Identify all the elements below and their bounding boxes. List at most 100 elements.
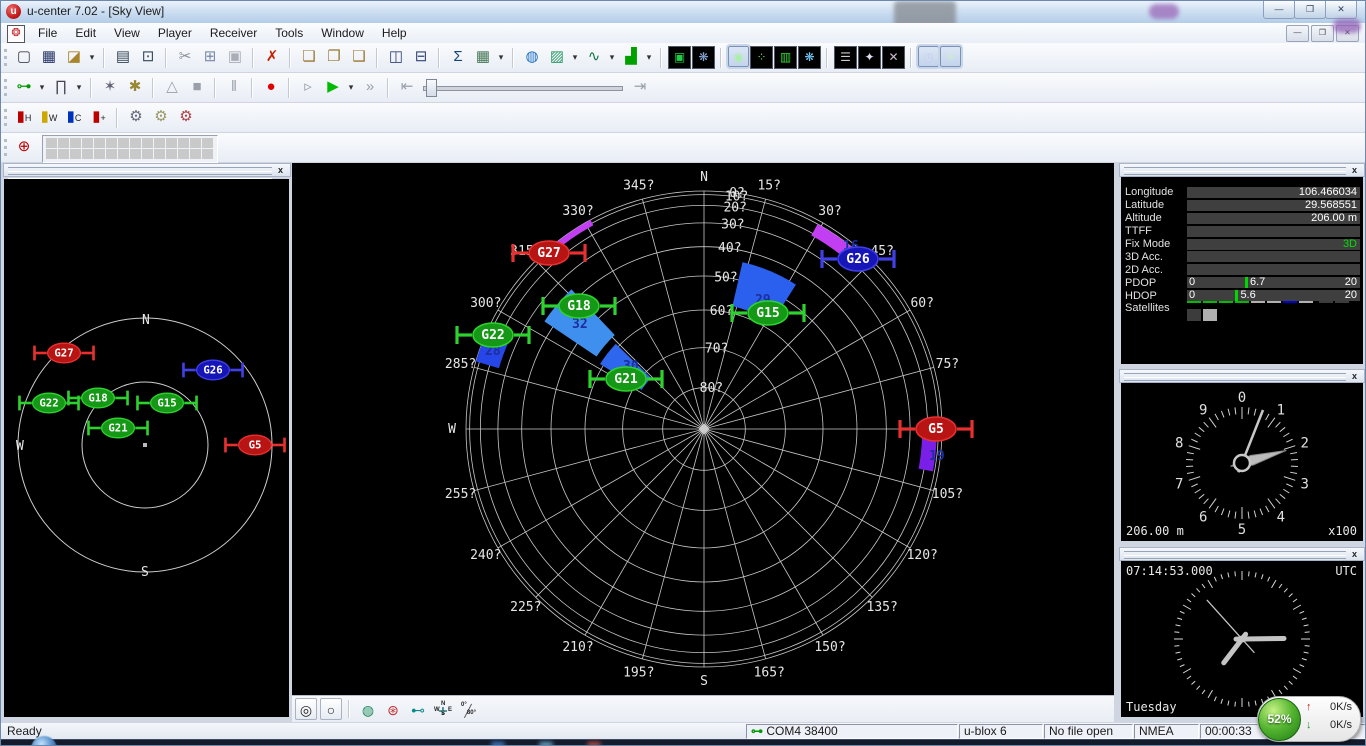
deviation-view-icon[interactable]: ✕ [882,46,905,69]
save-receiver-config-icon[interactable]: ⚙ [124,105,148,129]
eject-icon[interactable]: △ [160,75,184,99]
clock-header[interactable]: x [1119,547,1365,561]
sky-zoom-rings-icon[interactable]: ◎ [295,698,317,720]
dropdown-arrow-icon[interactable]: ▾ [495,45,507,69]
dropdown-arrow-icon[interactable]: ▾ [569,45,581,69]
baud-rate-icon[interactable]: ∏ [49,75,73,99]
windows-taskbar[interactable] [1,739,1366,746]
dropdown-arrow-icon[interactable]: ▾ [36,75,48,99]
statistic-view-icon[interactable]: Σ [446,45,470,69]
jump-to-begin-icon[interactable]: ⇤ [395,75,419,99]
hot-start-icon[interactable]: ▮H [12,105,36,129]
restore-button[interactable]: ❐ [1294,1,1326,19]
record-icon[interactable]: ● [259,75,283,99]
dropdown-arrow-icon[interactable]: ▾ [73,75,85,99]
message-inspector-icon[interactable]: ⊕ [12,135,36,159]
cold-start-icon[interactable]: ▮C [62,105,86,129]
clear-all-icon[interactable]: ✗ [260,45,284,69]
stop-icon[interactable]: ■ [185,75,209,99]
sky-view-icon[interactable]: ◉ [728,46,749,67]
debug-messages-icon[interactable]: ✱ [123,75,147,99]
dropdown-arrow-icon[interactable]: ▾ [86,45,98,69]
menu-tools[interactable]: Tools [266,23,312,43]
new-binary-view-icon[interactable]: ❐ [322,45,346,69]
compass-view-icon[interactable]: ✦ [858,46,881,69]
histogram-view-icon[interactable]: ▟ [619,45,643,69]
map-view-icon[interactable]: ▨ [545,45,569,69]
close-icon[interactable]: x [1348,164,1361,176]
step-forward-icon[interactable]: ▹ [296,75,320,99]
slider-thumb[interactable] [426,79,437,97]
menu-player[interactable]: Player [149,23,201,43]
sky-globe-view-icon[interactable]: ❋ [692,46,715,69]
close-icon[interactable]: x [274,164,287,176]
altimeter-header[interactable]: x [1119,369,1365,383]
warm-start-icon[interactable]: ▮W [37,105,61,129]
deviation-map-view-icon[interactable]: ⁘ [750,46,773,69]
split-vertical-icon[interactable]: ⊟ [409,45,433,69]
percent-badge[interactable]: 52% [1258,698,1301,741]
fast-forward-icon[interactable]: » [358,75,382,99]
save-file-icon[interactable]: ▦ [37,45,61,69]
print-icon[interactable]: ▤ [111,45,135,69]
paste-icon[interactable]: ▣ [223,45,247,69]
split-horizontal-icon[interactable]: ◫ [384,45,408,69]
close-icon[interactable]: x [1348,548,1361,560]
play-icon[interactable]: ▶ [321,75,345,99]
google-earth-icon[interactable]: ◍ [520,45,544,69]
autobaud-icon[interactable]: ✶ [98,75,122,99]
toolbar-separator [660,48,662,68]
menubar: ❂ FileEditViewPlayerReceiverToolsWindowH… [1,23,1365,44]
mini-skyview-header[interactable]: x [3,163,291,177]
sky-outer-ring-icon[interactable]: ○ [320,698,342,720]
reset-receiver-config-icon[interactable]: ⚙ [174,105,198,129]
svg-text:G22: G22 [481,328,504,343]
info-label: PDOP [1125,277,1187,289]
copy-icon[interactable]: ⊞ [198,45,222,69]
playback-position-slider[interactable] [423,75,623,99]
table-view-icon[interactable]: ▦ [471,45,495,69]
clock-view-icon[interactable]: ◷ [918,46,939,67]
menu-receiver[interactable]: Receiver [201,23,266,43]
docking-table-view-icon[interactable]: ☰ [834,46,857,69]
menu-help[interactable]: Help [373,23,416,43]
info-panel-header[interactable]: x [1119,163,1365,177]
cut-icon[interactable]: ✂ [173,45,197,69]
user-defined-start-icon[interactable]: ▮+ [87,105,111,129]
menu-view[interactable]: View [105,23,149,43]
dropdown-arrow-icon[interactable]: ▾ [345,75,357,99]
antenna-view-icon[interactable]: ✳ [940,46,961,67]
sky-red-globe-icon[interactable]: ⊛ [382,698,404,720]
connect-receiver-icon[interactable]: ⊶ [12,75,36,99]
compass-directions-icon[interactable]: N W E S ✛ [432,698,454,720]
load-receiver-config-icon[interactable]: ⚙ [149,105,173,129]
taskbar-item[interactable] [491,742,505,746]
signal-histogram-view-icon[interactable]: ▥ [774,46,797,69]
jump-to-end-icon[interactable]: ⇥ [628,75,652,99]
close-icon[interactable]: x [1348,370,1361,382]
dropdown-arrow-icon[interactable]: ▾ [643,45,655,69]
print-preview-icon[interactable]: ⊡ [136,45,160,69]
new-file-icon[interactable]: ▢ [12,45,36,69]
new-message-view-icon[interactable]: ❏ [297,45,321,69]
menu-edit[interactable]: Edit [66,23,105,43]
menu-file[interactable]: File [29,23,66,43]
sky-satellite-toggle-icon[interactable]: ⊷ [407,698,429,720]
pause-icon[interactable]: ‖ [222,75,246,99]
mdi-restore-button[interactable]: ❐ [1311,25,1334,42]
mdi-minimize-button[interactable]: — [1286,25,1309,42]
elevation-range-icon[interactable]: 0° 80° ╱ [457,698,479,720]
taskbar-item[interactable] [587,742,601,746]
chart-view-icon[interactable]: ∿ [582,45,606,69]
new-text-view-icon[interactable]: ❑ [347,45,371,69]
camera-view-icon[interactable]: ▣ [668,46,691,69]
net-speed-widget[interactable]: 52% ↑ 0K/s ↓ 0K/s [1257,696,1361,742]
menu-window[interactable]: Window [312,23,373,43]
minimize-button[interactable]: — [1263,1,1295,19]
open-file-icon[interactable]: ◪ [62,45,86,69]
sky-colored-globe-icon[interactable]: ◍ [357,698,379,720]
dropdown-arrow-icon[interactable]: ▾ [606,45,618,69]
world-position-view-icon[interactable]: ❋ [798,46,821,69]
close-button[interactable]: ✕ [1325,1,1357,19]
taskbar-item[interactable] [539,742,553,746]
